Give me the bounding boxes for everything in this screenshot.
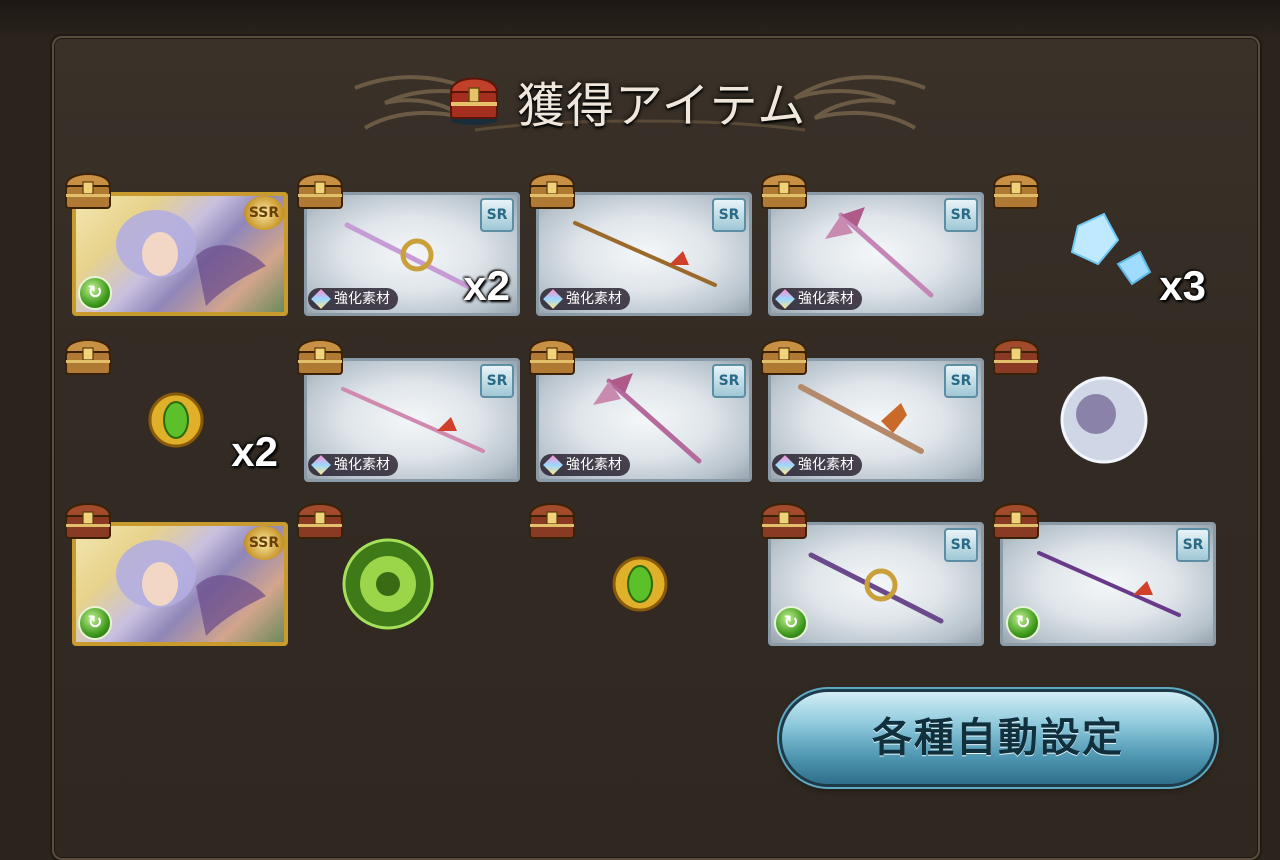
item-card[interactable]: x3 [992, 173, 1216, 316]
item-card[interactable] [992, 339, 1216, 482]
gem-icon [311, 289, 331, 309]
item-card[interactable]: SSR ↻ [64, 503, 288, 646]
gem-icon [775, 289, 795, 309]
item-card[interactable]: SR 強化素材 [528, 173, 752, 316]
enhance-material-tag: 強化素材 [540, 454, 630, 476]
sr-badge: SR [712, 198, 746, 232]
gem-icon [775, 455, 795, 475]
item-card[interactable] [528, 503, 752, 646]
item-card[interactable]: SR 強化素材 [296, 339, 520, 482]
item-card[interactable]: SR ↻ [992, 503, 1216, 646]
wind-element-icon: ↻ [78, 276, 112, 310]
treasure-chest-icon [758, 498, 810, 542]
item-quantity: x2 [231, 428, 278, 475]
wind-element-icon: ↻ [1006, 606, 1040, 640]
treasure-chest-icon [294, 168, 346, 212]
item-quantity: x2 [463, 262, 510, 309]
sr-badge: SR [944, 364, 978, 398]
gem-icon [543, 289, 563, 309]
auto-settings-button[interactable]: 各種自動設定 [782, 692, 1214, 784]
enhance-material-label: 強化素材 [566, 291, 622, 307]
enhance-material-tag: 強化素材 [540, 288, 630, 310]
enhance-material-label: 強化素材 [798, 457, 854, 473]
enhance-material-label: 強化素材 [566, 457, 622, 473]
treasure-chest-icon [62, 334, 114, 378]
treasure-chest-icon [990, 334, 1042, 378]
sr-badge: SR [480, 198, 514, 232]
wind-element-icon: ↻ [774, 606, 808, 640]
sr-badge: SR [712, 364, 746, 398]
treasure-chest-icon [62, 498, 114, 542]
treasure-chest-icon [62, 168, 114, 212]
title-banner: 獲得アイテム [345, 58, 935, 140]
treasure-chest-icon [758, 168, 810, 212]
enhance-material-label: 強化素材 [334, 457, 390, 473]
treasure-chest-icon [294, 498, 346, 542]
treasure-chest-icon [990, 498, 1042, 542]
treasure-chest-icon [449, 77, 499, 125]
item-card[interactable]: SR 強化素材 [760, 339, 984, 482]
ssr-badge: SSR [244, 526, 284, 560]
gem-icon [311, 455, 331, 475]
item-card[interactable]: SR 強化素材 x2 [296, 173, 520, 316]
enhance-material-tag: 強化素材 [772, 454, 862, 476]
sr-badge: SR [480, 364, 514, 398]
item-card[interactable]: SSR ↻ [64, 173, 288, 316]
treasure-chest-icon [990, 168, 1042, 212]
treasure-chest-icon [526, 334, 578, 378]
item-card[interactable]: x2 [64, 339, 288, 482]
enhance-material-label: 強化素材 [334, 291, 390, 307]
gem-icon [543, 455, 563, 475]
enhance-material-tag: 強化素材 [308, 454, 398, 476]
item-card[interactable]: SR 強化素材 [760, 173, 984, 316]
item-card[interactable]: SR 強化素材 [528, 339, 752, 482]
ssr-badge: SSR [244, 196, 284, 230]
treasure-chest-icon [526, 168, 578, 212]
wind-element-icon: ↻ [78, 606, 112, 640]
treasure-chest-icon [294, 334, 346, 378]
top-strip [0, 0, 1280, 40]
item-quantity: x3 [1159, 262, 1206, 309]
enhance-material-tag: 強化素材 [772, 288, 862, 310]
treasure-chest-icon [758, 334, 810, 378]
page-title: 獲得アイテム [517, 78, 807, 134]
item-card[interactable]: SR ↻ [760, 503, 984, 646]
sr-badge: SR [944, 198, 978, 232]
treasure-chest-icon [526, 498, 578, 542]
enhance-material-label: 強化素材 [798, 291, 854, 307]
item-card[interactable] [296, 503, 520, 646]
enhance-material-tag: 強化素材 [308, 288, 398, 310]
sr-badge: SR [944, 528, 978, 562]
sr-badge: SR [1176, 528, 1210, 562]
